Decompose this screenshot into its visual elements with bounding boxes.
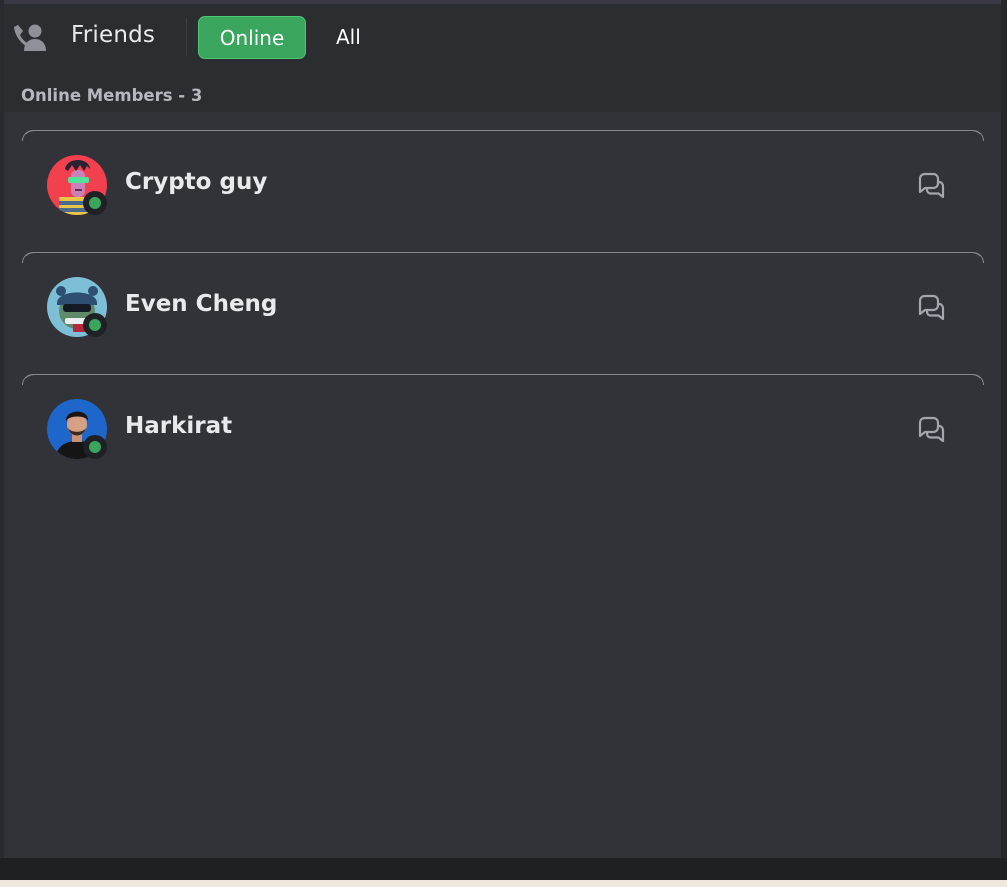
friends-header: Friends Online All Online Members - 3 bbox=[4, 4, 1001, 105]
members-panel: Crypto guy Even Cheng Harkirat bbox=[4, 112, 1001, 858]
page-title: Friends bbox=[71, 22, 156, 48]
member-name: Harkirat bbox=[125, 413, 233, 439]
panel-footer-band bbox=[0, 858, 1007, 880]
tab-online[interactable]: Online bbox=[198, 16, 306, 59]
chat-bubbles-icon[interactable] bbox=[916, 293, 946, 323]
member-row-harkirat[interactable]: Harkirat bbox=[22, 374, 984, 494]
online-status-indicator bbox=[83, 191, 107, 215]
window-bottom-strip bbox=[0, 880, 1007, 887]
online-members-heading: Online Members - 3 bbox=[21, 86, 203, 105]
window-right-edge bbox=[1001, 0, 1007, 860]
chat-bubbles-icon[interactable] bbox=[916, 415, 946, 445]
friends-icon bbox=[12, 22, 48, 52]
member-row-even-cheng[interactable]: Even Cheng bbox=[22, 252, 984, 372]
header-divider bbox=[186, 18, 187, 56]
member-name: Even Cheng bbox=[125, 291, 278, 317]
member-row-crypto-guy[interactable]: Crypto guy bbox=[22, 130, 984, 250]
online-status-indicator bbox=[83, 313, 107, 337]
chat-bubbles-icon[interactable] bbox=[916, 171, 946, 201]
online-status-indicator bbox=[83, 435, 107, 459]
tab-all[interactable]: All bbox=[330, 16, 367, 59]
members-list: Crypto guy Even Cheng Harkirat bbox=[22, 130, 984, 496]
member-name: Crypto guy bbox=[125, 169, 268, 195]
